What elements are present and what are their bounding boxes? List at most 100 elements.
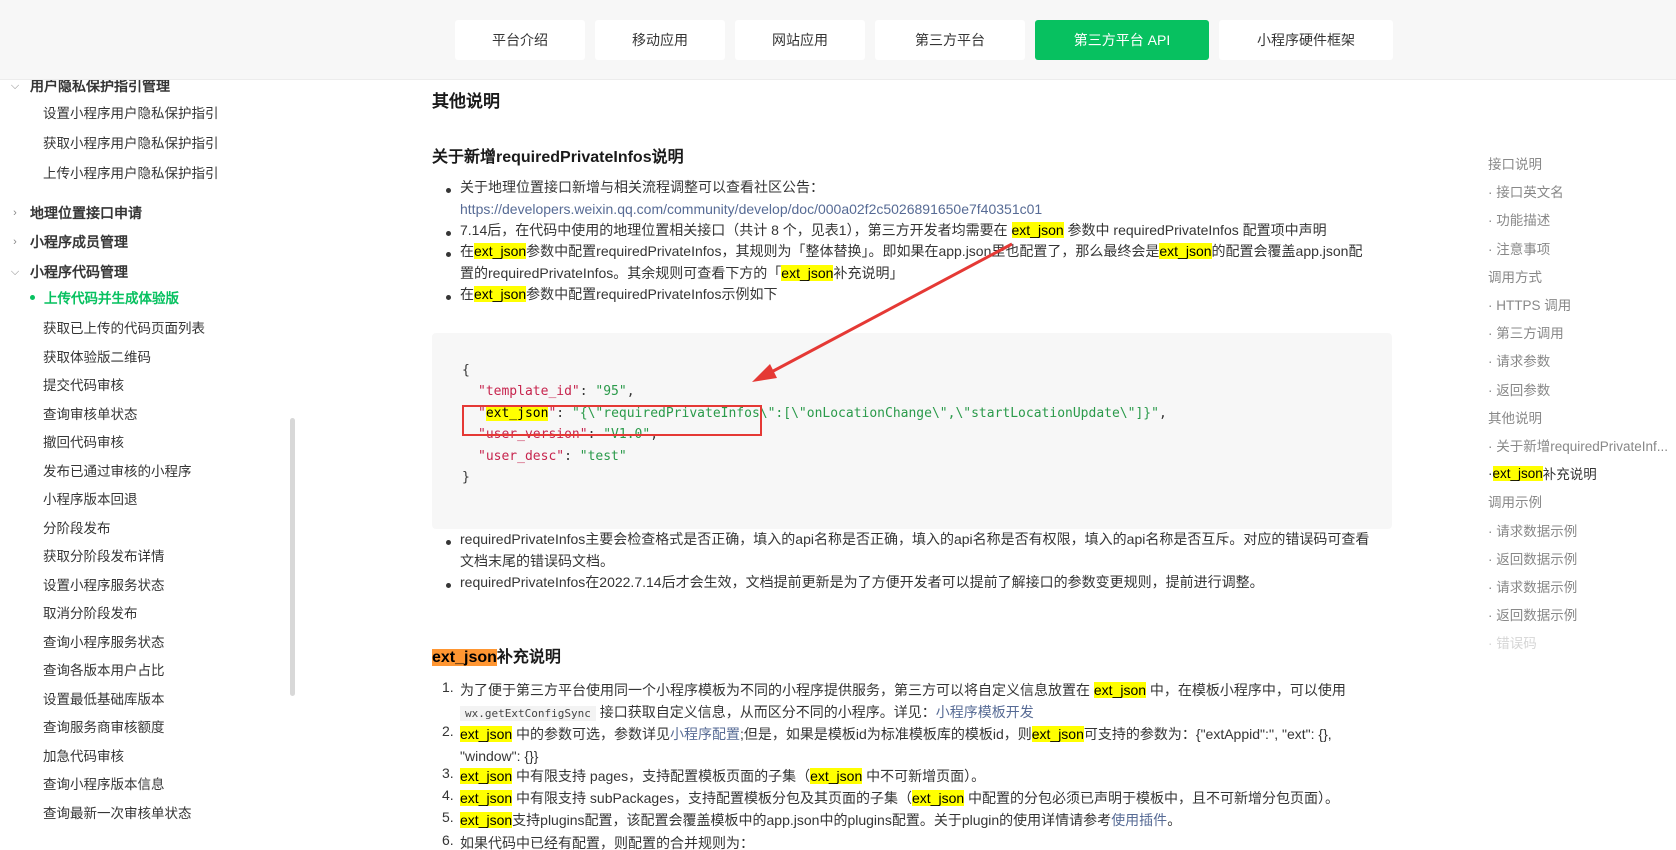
sidebar-item[interactable]: 查询审核单状态 (43, 401, 273, 425)
sidebar-item[interactable]: 发布已通过审核的小程序 (43, 458, 273, 482)
list-number: 3. (442, 765, 454, 781)
nav-third-party-api[interactable]: 第三方平台 API (1035, 20, 1209, 60)
text: 补充说明」 (833, 265, 904, 281)
sidebar-item[interactable]: 查询小程序版本信息 (43, 771, 273, 795)
toc-item[interactable]: · 返回数据示例 (1488, 604, 1674, 624)
sidebar-item[interactable]: 获取分阶段发布详情 (43, 543, 273, 567)
numbered-paragraph: ext_json 中的参数可选，参数详见小程序配置;但是，如果是模板id为标准模… (460, 723, 1385, 767)
highlight: ext_json (474, 286, 527, 302)
toc-item[interactable]: · HTTPS 调用 (1488, 294, 1674, 314)
sidebar-item[interactable]: 设置小程序用户隐私保护指引 (43, 100, 273, 124)
nav-third-party-platform[interactable]: 第三方平台 (875, 20, 1025, 60)
main-content: 其他说明 关于新增requiredPrivateInfos说明 关于地理位置接口… (432, 80, 1392, 850)
sidebar-item-active[interactable]: 上传代码并生成体验版 (30, 285, 260, 309)
use-plugin-link[interactable]: 使用插件 (1111, 812, 1167, 828)
sidebar-item[interactable]: 查询各版本用户占比 (43, 657, 273, 681)
sidebar-group-code[interactable]: ⌵ 小程序代码管理 (0, 260, 270, 284)
code-line: } (462, 470, 470, 485)
toc-item[interactable]: 调用示例 (1488, 491, 1674, 511)
highlight: ext_json (810, 768, 863, 784)
text: 支持plugins配置，该配置会覆盖模板中的app.json中的plugins配… (512, 812, 1112, 828)
sidebar-item[interactable]: 获取已上传的代码页面列表 (43, 315, 273, 339)
text: 的配置会覆盖app.json配 (1211, 243, 1363, 259)
sidebar-item[interactable]: 设置小程序服务状态 (43, 572, 273, 596)
sidebar-scrollbar[interactable] (290, 418, 295, 696)
bullet-icon (446, 295, 451, 300)
toc-item[interactable]: 其他说明 (1488, 407, 1674, 427)
sidebar-item[interactable]: 上传小程序用户隐私保护指引 (43, 160, 273, 184)
highlight: ext_json (474, 243, 527, 259)
toc-item[interactable]: · 错误码 (1488, 632, 1674, 652)
section-title-ext-json: ext_json补充说明 (432, 643, 561, 667)
mini-program-config-link[interactable]: 小程序配置 (670, 726, 740, 742)
toc-item[interactable]: · 注意事项 (1488, 238, 1674, 258)
toc-item[interactable]: · 返回数据示例 (1488, 548, 1674, 568)
toc-item[interactable]: 调用方式 (1488, 266, 1674, 286)
text: 中不可新增页面）。 (862, 768, 986, 784)
bullet-paragraph: requiredPrivateInfos主要会检查格式是否正确，填入的api名称… (460, 528, 1385, 572)
text: 中的参数可选，参数详见 (512, 726, 671, 742)
bullet-icon (446, 188, 451, 193)
toc-item[interactable]: 接口说明 (1488, 153, 1674, 173)
list-number: 5. (442, 809, 454, 825)
sidebar-item[interactable]: 小程序版本回退 (43, 486, 273, 510)
nav-mobile-app[interactable]: 移动应用 (595, 20, 725, 60)
text: 在 (460, 286, 474, 302)
toc-item[interactable]: · 第三方调用 (1488, 322, 1674, 342)
text: 接口获取自定义信息，从而区分不同的小程序。详见： (595, 704, 936, 720)
sidebar-item[interactable]: 提交代码审核 (43, 372, 273, 396)
toc-item[interactable]: · 请求数据示例 (1488, 576, 1674, 596)
toc-item[interactable]: · 请求数据示例 (1488, 520, 1674, 540)
bullet-icon (446, 252, 451, 257)
nav-hardware-framework[interactable]: 小程序硬件框架 (1219, 20, 1393, 60)
left-sidebar: ⌵ 用户隐私保护指引管理 设置小程序用户隐私保护指引 获取小程序用户隐私保护指引… (0, 80, 290, 850)
highlight: ext_json (460, 790, 513, 806)
code-key: "template_id" (478, 384, 580, 399)
sidebar-item[interactable]: 获取体验版二维码 (43, 344, 273, 368)
toc-item[interactable]: · 功能描述 (1488, 209, 1674, 229)
template-dev-link[interactable]: 小程序模板开发 (936, 704, 1034, 720)
nav-website-app[interactable]: 网站应用 (735, 20, 865, 60)
sidebar-item[interactable]: 查询小程序服务状态 (43, 629, 273, 653)
text: 参数中 requiredPrivateInfos 配置项中声明 (1063, 222, 1327, 238)
toc-item[interactable]: · 请求参数 (1488, 350, 1674, 370)
toc-item[interactable]: · ext_json 补充说明 (1488, 463, 1674, 483)
highlight: ext_json (460, 726, 513, 742)
community-link[interactable]: https://developers.weixin.qq.com/communi… (460, 201, 1042, 217)
list-number: 4. (442, 787, 454, 803)
sidebar-item[interactable]: 加急代码审核 (43, 743, 273, 767)
bullet-icon (446, 231, 451, 236)
sidebar-item[interactable]: 查询最新一次审核单状态 (43, 800, 273, 824)
sidebar-item[interactable]: 分阶段发布 (43, 515, 273, 539)
sidebar-group-label: 用户隐私保护指引管理 (30, 80, 170, 94)
numbered-paragraph: ext_json支持plugins配置，该配置会覆盖模板中的app.json中的… (460, 809, 1181, 831)
table-of-contents: 接口说明 · 接口英文名 · 功能描述 · 注意事项 调用方式 · HTTPS 调用 · 第… (1480, 80, 1676, 850)
highlight: ext_json (1492, 465, 1543, 481)
text: 中配置的分包必须已声明于模板中，且不可新增分包页面）。 (964, 790, 1340, 806)
highlight: ext_json (781, 265, 834, 281)
code-line: "user_desc": "test" (478, 449, 627, 464)
highlight: ext_json (1159, 243, 1212, 259)
annotation-red-box (462, 405, 762, 436)
bullet-icon (446, 583, 451, 588)
highlight: ext_json (1093, 682, 1147, 698)
numbered-paragraph: 如果代码中已经有配置，则配置的合并规则为： (460, 832, 754, 850)
sidebar-group-members[interactable]: › 小程序成员管理 (0, 230, 270, 254)
nav-platform-intro[interactable]: 平台介绍 (455, 20, 585, 60)
toc-item[interactable]: · 关于新增requiredPrivateInf... (1488, 435, 1674, 455)
top-nav: 平台介绍 移动应用 网站应用 第三方平台 第三方平台 API 小程序硬件框架 (455, 20, 1393, 60)
sidebar-item[interactable]: 撤回代码审核 (43, 429, 273, 453)
sidebar-item[interactable]: 设置最低基础库版本 (43, 686, 273, 710)
toc-item[interactable]: · 接口英文名 (1488, 181, 1674, 201)
toc-item-label: 补充说明 (1542, 467, 1597, 483)
list-number: 2. (442, 723, 454, 739)
sidebar-item[interactable]: 取消分阶段发布 (43, 600, 273, 624)
sidebar-group-privacy[interactable]: ⌵ 用户隐私保护指引管理 (0, 80, 270, 98)
highlight: ext_json (432, 649, 497, 666)
text: 文档末尾的错误码文档。 (460, 553, 614, 569)
sidebar-item[interactable]: 获取小程序用户隐私保护指引 (43, 130, 273, 154)
toc-item[interactable]: · 返回参数 (1488, 379, 1674, 399)
code-line: "template_id": "95", (478, 384, 635, 399)
sidebar-group-location[interactable]: › 地理位置接口申请 (0, 201, 270, 225)
sidebar-item[interactable]: 查询服务商审核额度 (43, 714, 273, 738)
